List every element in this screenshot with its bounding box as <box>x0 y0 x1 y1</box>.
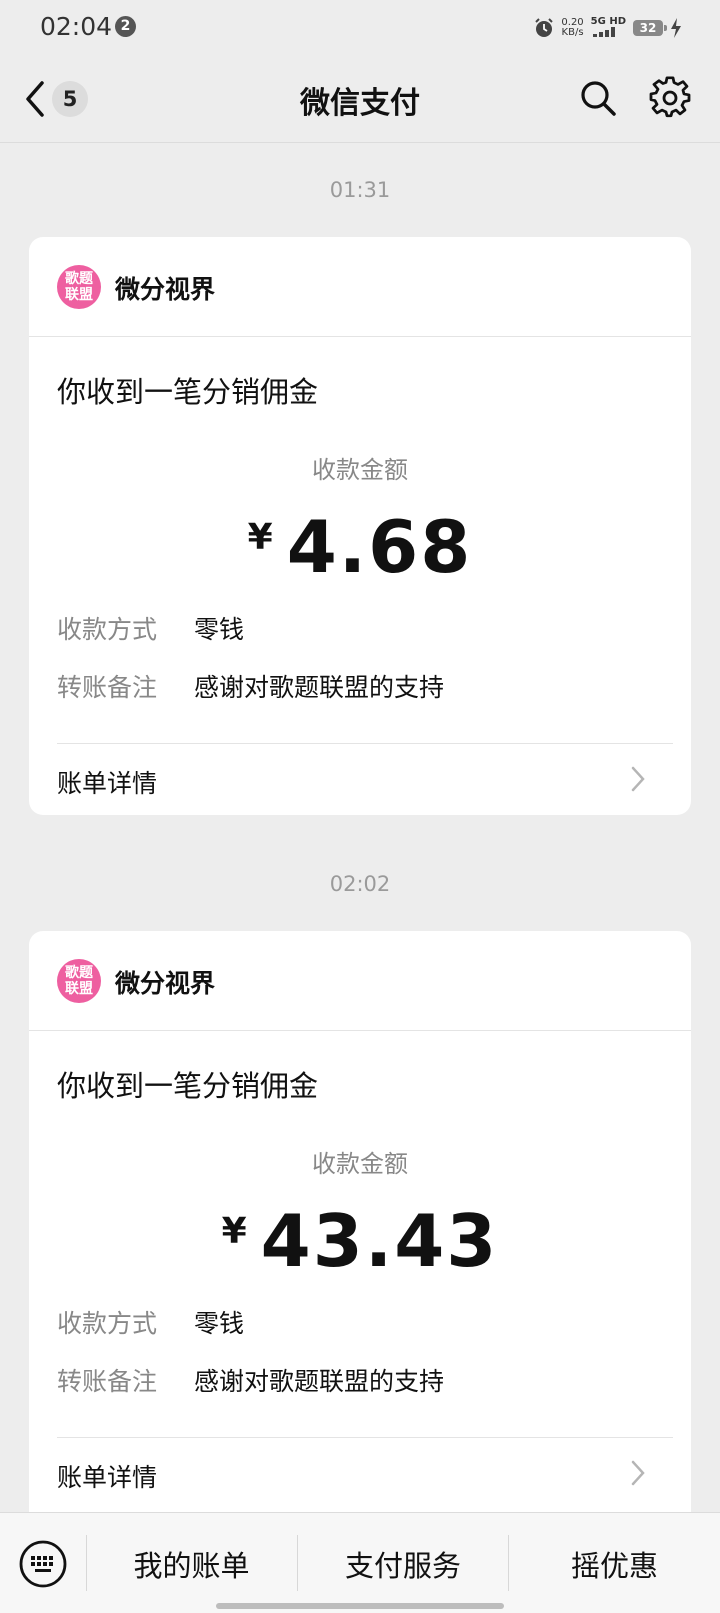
menu-item-shake-offers[interactable]: 摇优惠 <box>509 1543 720 1585</box>
bill-detail-link[interactable]: 账单详情 <box>29 1438 691 1508</box>
card-title: 你收到一笔分销佣金 <box>57 1069 319 1103</box>
note-label: 转账备注 <box>57 1367 158 1396</box>
note-value: 感谢对歌题联盟的支持 <box>194 673 445 702</box>
method-label: 收款方式 <box>57 615 158 644</box>
note-value: 感谢对歌题联盟的支持 <box>194 1367 445 1396</box>
keyboard-icon[interactable] <box>18 1539 68 1589</box>
method-value: 零钱 <box>194 1309 245 1338</box>
amount-value: 43.43 <box>260 1199 499 1283</box>
gear-icon[interactable] <box>648 76 692 120</box>
bill-detail-label: 账单详情 <box>57 769 158 798</box>
bill-detail-link[interactable]: 账单详情 <box>29 744 691 814</box>
avatar-text: 联盟 <box>65 287 93 303</box>
unread-count-badge: 5 <box>52 81 88 117</box>
chevron-left-icon <box>26 81 44 117</box>
signal-icon <box>592 27 615 37</box>
note-label: 转账备注 <box>57 673 158 702</box>
charging-icon <box>671 18 681 38</box>
message-timestamp: 01:31 <box>329 178 391 202</box>
merchant-avatar: 歌题 联盟 <box>57 265 101 309</box>
currency-symbol: ¥ <box>221 1211 247 1252</box>
alarm-icon <box>535 18 554 37</box>
card-header[interactable]: 歌题 联盟 微分视界 <box>29 931 691 1031</box>
amount-row: ¥ 4.68 <box>29 505 691 589</box>
menu-item-my-bills[interactable]: 我的账单 <box>86 1543 297 1585</box>
payment-card[interactable]: 歌题 联盟 微分视界 你收到一笔分销佣金 收款金额 ¥ 4.68 收款方式 零钱… <box>29 237 691 815</box>
menu-item-pay-services[interactable]: 支付服务 <box>298 1543 508 1585</box>
currency-symbol: ¥ <box>247 517 273 558</box>
bill-detail-label: 账单详情 <box>57 1463 158 1492</box>
payment-card[interactable]: 歌题 联盟 微分视界 你收到一笔分销佣金 收款金额 ¥ 43.43 收款方式 零… <box>29 931 691 1531</box>
status-bar: 02:04 2 0.20 KB/s 5G HD 32 <box>0 0 720 56</box>
chevron-right-icon <box>631 766 645 792</box>
merchant-name: 微分视界 <box>115 275 216 304</box>
avatar-text: 歌题 <box>65 271 93 287</box>
merchant-name: 微分视界 <box>115 969 216 998</box>
network-indicator: 5G HD <box>591 16 626 40</box>
amount-label: 收款金额 <box>312 456 408 484</box>
net-speed-unit: KB/s <box>561 27 584 38</box>
chevron-right-icon <box>631 1460 645 1486</box>
back-button[interactable]: 5 <box>22 76 118 122</box>
amount-label: 收款金额 <box>312 1150 408 1178</box>
method-value: 零钱 <box>194 615 245 644</box>
method-label: 收款方式 <box>57 1309 158 1338</box>
search-icon[interactable] <box>578 78 618 118</box>
card-title: 你收到一笔分销佣金 <box>57 375 319 409</box>
home-indicator[interactable] <box>216 1603 504 1609</box>
message-timestamp: 02:02 <box>329 872 391 896</box>
amount-row: ¥ 43.43 <box>29 1199 691 1283</box>
status-icons: 0.20 KB/s 5G HD 32 <box>534 16 682 40</box>
network-type: 5G HD <box>590 16 626 27</box>
net-speed: 0.20 KB/s <box>561 18 583 38</box>
avatar-text: 联盟 <box>65 981 93 997</box>
card-header[interactable]: 歌题 联盟 微分视界 <box>29 237 691 337</box>
bottom-menu-bar: 我的账单 支付服务 摇优惠 <box>0 1512 720 1613</box>
merchant-avatar: 歌题 联盟 <box>57 959 101 1003</box>
battery-icon: 32 <box>633 20 667 36</box>
nav-bar: 5 微信支付 <box>0 56 720 143</box>
status-time: 02:04 <box>40 12 113 41</box>
amount-value: 4.68 <box>286 505 473 589</box>
avatar-text: 歌题 <box>65 965 93 981</box>
notification-badge: 2 <box>115 16 136 37</box>
